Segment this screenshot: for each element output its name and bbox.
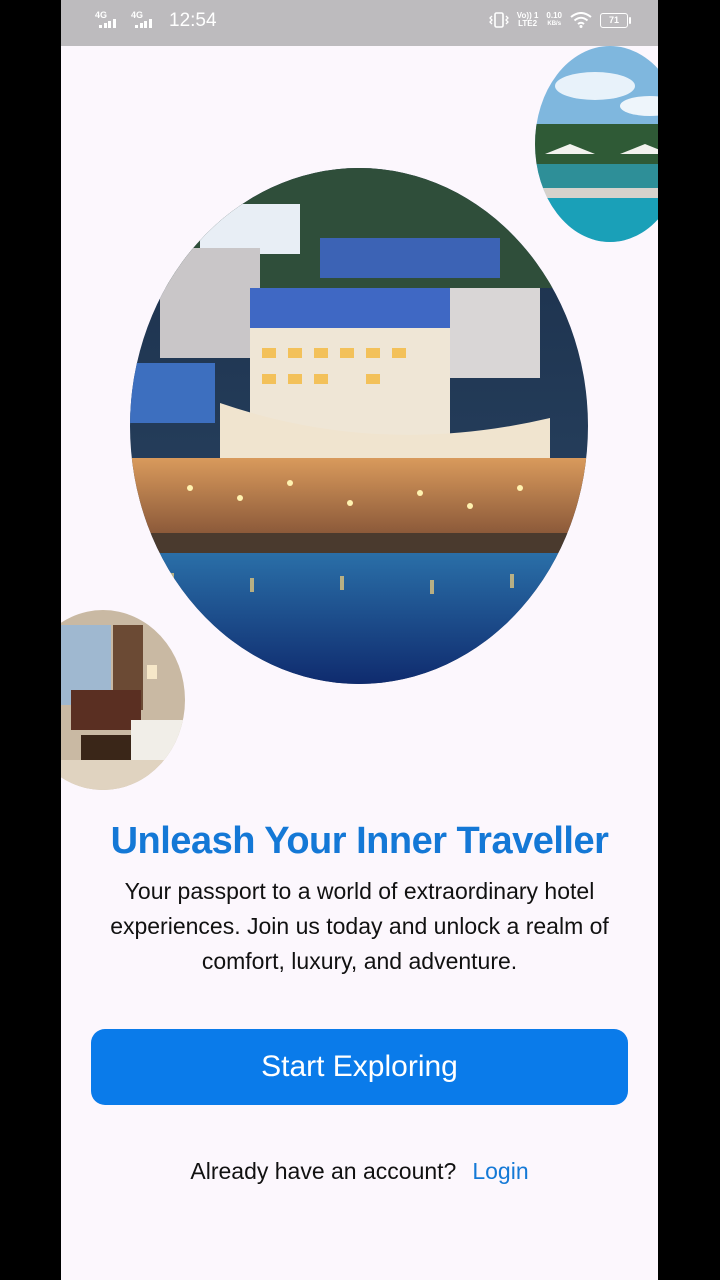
status-left: 4G 4G 12:54 <box>95 10 217 32</box>
volte-indicator: Vo)) 1 LTE2 <box>516 11 539 28</box>
vibrate-icon <box>488 12 509 28</box>
start-exploring-button[interactable]: Start Exploring <box>91 1029 628 1105</box>
clock: 12:54 <box>169 10 217 31</box>
hotel-aerial-image <box>130 168 588 684</box>
status-right: Vo)) 1 LTE2 0.10 KB/s 71 <box>488 11 631 28</box>
signal-icon-2: 4G <box>131 11 161 31</box>
status-bar: 4G 4G 12:54 Vo)) 1 LTE2 0.10 KB/s 71 <box>61 0 658 46</box>
battery-icon: 71 <box>600 12 631 28</box>
login-link[interactable]: Login <box>472 1158 528 1184</box>
signal-icon: 4G <box>95 11 125 31</box>
wifi-icon <box>570 12 592 28</box>
account-prompt-text: Already have an account? <box>190 1158 457 1184</box>
pool-image <box>535 46 658 242</box>
headline: Unleash Your Inner Traveller <box>110 820 609 862</box>
description: Your passport to a world of extraordinar… <box>110 878 609 974</box>
login-prompt: Already have an account? Login <box>61 1158 658 1185</box>
network-speed: 0.10 KB/s <box>546 11 562 28</box>
onboarding-screen: 4G 4G 12:54 Vo)) 1 LTE2 0.10 KB/s 71 Unl… <box>61 0 658 1280</box>
hotel-room-image <box>61 610 185 790</box>
